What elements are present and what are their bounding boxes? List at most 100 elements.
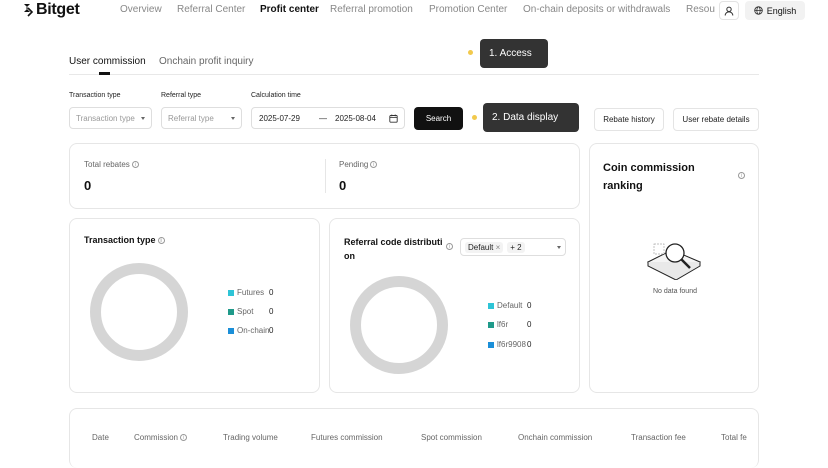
language-label: English xyxy=(766,5,797,16)
legend-item-futures: Futures xyxy=(228,288,264,297)
referral-type-select-value: Referral type xyxy=(168,113,214,123)
user-icon xyxy=(724,6,734,16)
referral-code-donut-chart xyxy=(350,276,448,374)
nav-overview[interactable]: Overview xyxy=(120,4,162,15)
table-header-total-fee: Total fe xyxy=(721,433,747,442)
chip-label: Default xyxy=(468,242,494,252)
coin-commission-ranking-card: Coin commission ranking i No data found xyxy=(589,143,759,393)
legend-item-lf6r: lf6r xyxy=(488,320,508,329)
referral-type-label: Referral type xyxy=(161,92,202,99)
referral-code-title: Referral code distributi on xyxy=(344,235,443,263)
legend-label: Default xyxy=(497,301,523,310)
legend-value: 0 xyxy=(269,288,274,297)
bitget-logo-icon xyxy=(24,4,34,17)
ranking-title-line1: Coin commission xyxy=(603,162,695,174)
user-rebate-details-button[interactable]: User rebate details xyxy=(673,108,759,131)
info-icon[interactable]: i xyxy=(180,434,188,442)
transaction-type-select-value: Transaction type xyxy=(76,113,135,123)
pending-value: 0 xyxy=(339,178,347,193)
chevron-down-icon xyxy=(231,116,235,120)
legend-label: On-chain xyxy=(237,326,270,335)
pending-label: Pending xyxy=(339,160,369,169)
legend-swatch xyxy=(228,308,234,315)
nav-referral-center[interactable]: Referral Center xyxy=(177,4,245,15)
legend-swatch xyxy=(488,341,494,348)
legend-label: lf6r9908 xyxy=(497,340,526,349)
search-button[interactable]: Search xyxy=(414,107,463,130)
nav-promotion-center[interactable]: Promotion Center xyxy=(429,4,507,15)
ranking-title: Coin commission ranking xyxy=(603,159,695,195)
tab-onchain-profit-inquiry[interactable]: Onchain profit inquiry xyxy=(159,56,254,67)
transaction-type-title-row: Transaction type i xyxy=(84,235,165,245)
active-tab-indicator xyxy=(99,72,110,75)
empty-state-text: No data found xyxy=(653,288,697,295)
table-header-trading-volume: Trading volume xyxy=(223,433,278,442)
callout-access: 1. Access xyxy=(480,39,548,68)
legend-swatch xyxy=(488,321,494,328)
info-icon[interactable]: i xyxy=(446,243,453,250)
table-header-onchain-commission: Onchain commission xyxy=(518,433,593,442)
bitget-logo[interactable]: Bitget xyxy=(22,1,80,19)
total-rebates-label: Total rebates xyxy=(84,160,130,169)
calculation-time-label: Calculation time xyxy=(251,92,301,99)
referral-code-title-line1: Referral code distributi xyxy=(344,237,443,247)
callout-data-display: 2. Data display xyxy=(483,103,579,132)
legend-label: Spot xyxy=(237,307,254,316)
summary-card: Total rebates i 0 Pending i 0 xyxy=(69,143,580,209)
transaction-type-label: Transaction type xyxy=(69,92,121,99)
nav-referral-promotion[interactable]: Referral promotion xyxy=(330,4,413,15)
referral-type-select[interactable]: Referral type xyxy=(161,107,242,129)
pending-label-row: Pending i xyxy=(339,160,378,169)
callout-marker xyxy=(472,115,477,120)
referral-code-multiselect[interactable]: Default × + 2 xyxy=(460,238,566,256)
transaction-type-title: Transaction type xyxy=(84,235,156,245)
globe-icon xyxy=(754,6,763,15)
date-separator: — xyxy=(319,114,327,123)
info-icon[interactable]: i xyxy=(738,172,745,179)
user-account-button[interactable] xyxy=(719,1,739,20)
table-header-spot-commission: Spot commission xyxy=(421,433,482,442)
legend-swatch xyxy=(228,289,234,296)
nav-resources[interactable]: Resou xyxy=(686,4,715,15)
legend-value: 0 xyxy=(527,301,532,310)
legend-item-default: Default xyxy=(488,301,522,310)
ranking-title-line2: ranking xyxy=(603,180,643,192)
legend-item-onchain: On-chain xyxy=(228,326,269,335)
transaction-type-card: Transaction type i Futures 0 Spot 0 On-ch… xyxy=(69,218,320,393)
legend-label: lf6r xyxy=(497,320,509,329)
legend-item-lf6r9908: lf6r9908 xyxy=(488,340,526,349)
remove-chip-icon[interactable]: × xyxy=(496,243,501,252)
selected-code-chip: Default × xyxy=(465,241,504,253)
nav-profit-center[interactable]: Profit center xyxy=(260,4,319,15)
legend-value: 0 xyxy=(269,326,274,335)
legend-item-spot: Spot xyxy=(228,307,253,316)
transaction-type-select[interactable]: Transaction type xyxy=(69,107,152,129)
info-icon[interactable]: i xyxy=(370,161,378,169)
table-header-commission-label: Commission xyxy=(134,433,179,442)
table-header-date: Date xyxy=(92,433,109,442)
legend-value: 0 xyxy=(527,320,532,329)
table-header-futures-commission: Futures commission xyxy=(311,433,383,442)
info-icon[interactable]: i xyxy=(131,161,139,169)
chevron-down-icon xyxy=(141,116,145,120)
brand-name: Bitget xyxy=(36,1,80,18)
nav-onchain-deposits[interactable]: On-chain deposits or withdrawals xyxy=(523,4,670,15)
table-header-transaction-fee: Transaction fee xyxy=(631,433,686,442)
rebate-history-button[interactable]: Rebate history xyxy=(594,108,664,131)
tab-divider xyxy=(69,74,759,75)
total-rebates-label-row: Total rebates i xyxy=(84,160,139,169)
legend-value: 0 xyxy=(269,307,274,316)
legend-label: Futures xyxy=(237,288,265,297)
date-to: 2025-08-04 xyxy=(335,114,376,123)
date-range-picker[interactable]: 2025-07-29 — 2025-08-04 xyxy=(251,107,405,129)
language-button[interactable]: English xyxy=(745,1,805,20)
referral-code-distribution-card: Referral code distributi on i Default × … xyxy=(329,218,580,393)
top-navigation: Bitget Overview Referral Center Profit c… xyxy=(0,0,828,22)
more-codes-chip: + 2 xyxy=(507,241,525,253)
calendar-icon xyxy=(389,114,398,123)
transaction-type-donut-chart xyxy=(90,263,188,361)
chevron-down-icon xyxy=(557,245,561,249)
info-icon[interactable]: i xyxy=(157,237,165,245)
tab-user-commission[interactable]: User commission xyxy=(69,56,146,67)
date-from: 2025-07-29 xyxy=(259,114,300,123)
